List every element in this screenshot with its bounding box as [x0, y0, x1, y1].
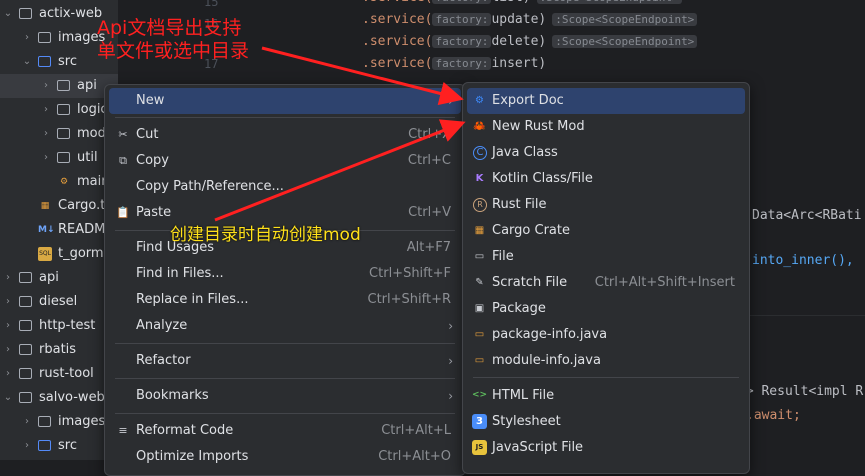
annotation-arrows	[214, 46, 466, 222]
arrow-to-export-doc	[261, 46, 464, 106]
arrow-to-new-rust-mod	[214, 119, 466, 222]
